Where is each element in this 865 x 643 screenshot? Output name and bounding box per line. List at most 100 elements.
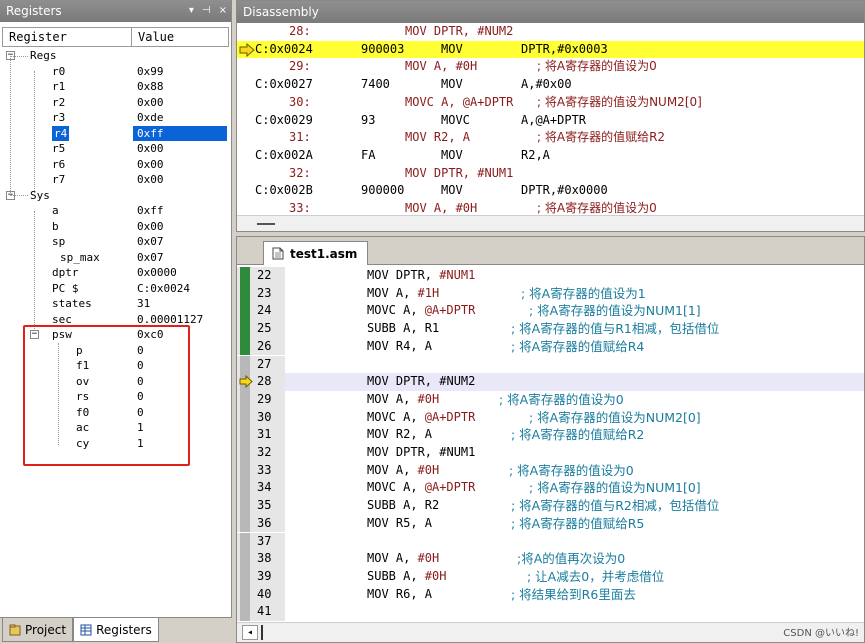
- disassembly-title-bar: Disassembly: [237, 1, 864, 23]
- pin-icon[interactable]: ⊣: [202, 0, 211, 22]
- source-editor[interactable]: 22 MOV DPTR, #NUM1 23 MOV A, #1H; 将A寄存器的值设为…: [237, 267, 864, 622]
- source-operand: @A+DPTR: [424, 409, 476, 424]
- tab-project[interactable]: Project: [2, 618, 74, 642]
- editor-line[interactable]: 22 MOV DPTR, #NUM1: [237, 267, 864, 285]
- register-value: 0x99: [137, 64, 164, 78]
- instruction-operands: A,#0x00: [521, 77, 572, 92]
- register-name: b: [52, 219, 59, 233]
- line-number: 28:: [289, 24, 311, 38]
- tab-test1-asm[interactable]: test1.asm: [263, 241, 369, 265]
- editor-line[interactable]: 36 MOV R5, A; 将A寄存器的值赋给R5: [237, 514, 864, 533]
- source-code: MOVC A,: [367, 409, 425, 424]
- instruction-address: C:0x002A: [255, 147, 313, 162]
- source-operand: #0H: [417, 462, 440, 477]
- editor-line[interactable]: 27: [237, 355, 864, 374]
- editor-line[interactable]: 32 MOV DPTR, #NUM1: [237, 444, 864, 462]
- file-icon: [272, 247, 284, 260]
- register-column-headers: Register Value: [2, 27, 229, 47]
- register-value: 0x88: [137, 80, 164, 93]
- disassembly-listing[interactable]: 28: MOV DPTR, #NUM2 C:0x0024 900003 MOV DPTR,…: [237, 23, 864, 217]
- editor-line[interactable]: 31 MOV R2, A; 将A寄存器的值赋给R2: [237, 426, 864, 444]
- source-comment: ; 让A减去0，并考虑借位: [527, 568, 665, 584]
- source-comment: ; 将A寄存器的值设为0: [537, 59, 657, 74]
- close-icon[interactable]: ×: [219, 0, 227, 22]
- left-panel-tabs: Project Registers: [0, 617, 232, 643]
- source-line[interactable]: 28: MOV DPTR, #NUM2: [237, 23, 864, 41]
- column-header-register[interactable]: Register: [3, 28, 132, 46]
- tab-registers[interactable]: Registers: [73, 618, 159, 642]
- source-code: MOV A,: [367, 462, 418, 477]
- editor-line[interactable]: 37: [237, 532, 864, 551]
- source-comment: ; 将A寄存器的值赋给R2: [537, 130, 666, 145]
- source-comment: ; 将A寄存器的值赋给R2: [511, 427, 645, 443]
- psw-highlight-box: [23, 325, 190, 466]
- register-name: r6: [52, 157, 66, 171]
- disassembly-scrollbar[interactable]: [237, 215, 864, 231]
- register-value: 0xff: [133, 125, 227, 141]
- asm-instruction-line[interactable]: C:0x0029 93 MOVC A,@A+DPTR: [237, 112, 864, 130]
- dropdown-icon[interactable]: ▾: [189, 0, 194, 22]
- instruction-address: C:0x0024: [255, 41, 313, 56]
- source-comment: ; 将A寄存器的值与R1相减，包括借位: [511, 321, 720, 337]
- instruction-mnemonic: MOV: [441, 77, 463, 92]
- registers-icon: [80, 624, 92, 635]
- registers-pane: Registers ▾ ⊣ × Register Value − Regs r0 0x…: [0, 0, 232, 643]
- source-comment: ; 将A寄存器的值赋给R4: [511, 338, 645, 354]
- source-operand: #0H: [424, 568, 447, 583]
- editor-line[interactable]: 28 MOV DPTR, #NUM2: [237, 373, 864, 391]
- editor-line[interactable]: 34 MOVC A, @A+DPTR; 将A寄存器的值设为NUM1[0]: [237, 479, 864, 498]
- source-line[interactable]: 29: MOV A, #0H ; 将A寄存器的值设为0: [237, 58, 864, 76]
- source-line[interactable]: 32: MOV DPTR, #NUM1: [237, 165, 864, 183]
- not-executed-marker: [240, 585, 250, 604]
- scrollbar-grip[interactable]: [257, 223, 275, 225]
- tree-group-regs[interactable]: − Regs: [0, 48, 230, 64]
- register-value: 0xff: [137, 204, 164, 217]
- asm-instruction-line[interactable]: C:0x0024 900003 MOV DPTR,#0x0003: [237, 40, 864, 59]
- source-code: SUBB A, R1: [367, 321, 440, 336]
- source-line[interactable]: 30: MOVC A, @A+DPTR ; 将A寄存器的值设为NUM2[0]: [237, 94, 864, 112]
- editor-line[interactable]: 29 MOV A, #0H; 将A寄存器的值设为0: [237, 390, 864, 409]
- editor-line[interactable]: 24 MOVC A, @A+DPTR; 将A寄存器的值设为NUM1[1]: [237, 302, 864, 321]
- editor-line[interactable]: 40 MOV R6, A; 将结果给到R6里面去: [237, 585, 864, 604]
- source-operand: #0H: [417, 551, 440, 566]
- editor-line[interactable]: 39 SUBB A, #0H; 让A减去0，并考虑借位: [237, 567, 864, 586]
- source-code: MOV R4, A: [367, 338, 433, 353]
- not-executed-marker: [240, 497, 250, 515]
- editor-line[interactable]: 35 SUBB A, R2; 将A寄存器的值与R2相减，包括借位: [237, 497, 864, 515]
- line-number: 32:: [289, 165, 311, 180]
- register-name: r5: [52, 142, 66, 155]
- not-executed-marker: [240, 532, 250, 551]
- register-value: C:0x0024: [137, 281, 190, 295]
- register-value: 0xde: [137, 111, 164, 124]
- editor-line[interactable]: 41: [237, 603, 864, 621]
- column-header-value[interactable]: Value: [132, 28, 174, 46]
- register-name: PC $: [52, 281, 79, 295]
- editor-scrollbar[interactable]: ◂: [237, 622, 864, 642]
- instruction-bytes: FA: [361, 147, 376, 162]
- instruction-operands: A,@A+DPTR: [521, 112, 587, 127]
- editor-line[interactable]: 30 MOVC A, @A+DPTR; 将A寄存器的值设为NUM2[0]: [237, 408, 864, 427]
- source-code: MOV DPTR, #NUM2: [405, 24, 514, 38]
- asm-instruction-line[interactable]: C:0x002B 900000 MOV DPTR,#0x0000: [237, 182, 864, 200]
- not-executed-marker: [240, 603, 250, 621]
- scrollbar-thumb[interactable]: [261, 625, 263, 640]
- register-name: r2: [52, 95, 66, 109]
- scroll-left-button[interactable]: ◂: [242, 625, 258, 640]
- editor-line[interactable]: 33 MOV A, #0H; 将A寄存器的值设为0: [237, 461, 864, 480]
- editor-line[interactable]: 23 MOV A, #1H; 将A寄存器的值设为1: [237, 284, 864, 303]
- source-line[interactable]: 31: MOV R2, A ; 将A寄存器的值赋给R2: [237, 129, 864, 147]
- disassembly-pane: Disassembly 28: MOV DPTR, #NUM2 C:0x0024 90…: [236, 0, 865, 232]
- source-comment: ; 将A寄存器的值赋给R5: [511, 515, 645, 531]
- editor-line[interactable]: 26 MOV R4, A; 将A寄存器的值赋给R4: [237, 337, 864, 356]
- executed-marker: [240, 320, 250, 338]
- register-name: r7: [52, 173, 66, 186]
- source-comment: ; 将结果给到R6里面去: [511, 586, 636, 602]
- instruction-operands: DPTR,#0x0003: [521, 41, 608, 56]
- instruction-bytes: 7400: [361, 77, 390, 92]
- editor-line[interactable]: 38 MOV A, #0H ;将A的值再次设为0: [237, 550, 864, 568]
- asm-instruction-line[interactable]: C:0x0027 7400 MOV A,#0x00: [237, 76, 864, 94]
- asm-instruction-line[interactable]: C:0x002A FA MOV R2,A: [237, 147, 864, 165]
- register-name: r4: [52, 125, 70, 141]
- editor-line[interactable]: 25 SUBB A, R1; 将A寄存器的值与R1相减，包括借位: [237, 320, 864, 338]
- source-code: MOV R2, A: [367, 427, 433, 442]
